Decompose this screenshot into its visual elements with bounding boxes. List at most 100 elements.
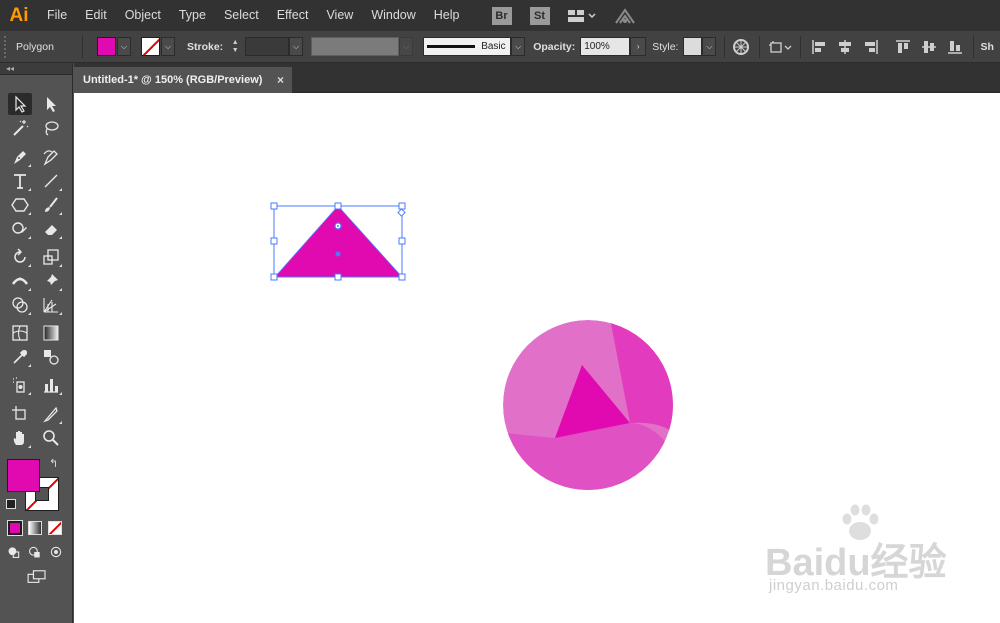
stroke-swatch[interactable] — [141, 37, 160, 56]
line-segment-tool[interactable] — [39, 170, 63, 192]
eraser-tool[interactable] — [39, 218, 63, 240]
color-mode-button[interactable] — [7, 520, 23, 536]
stroke-weight-input[interactable] — [245, 37, 290, 56]
hexagon-icon — [11, 198, 29, 212]
arrange-documents-button[interactable] — [567, 8, 597, 24]
align-horizontal-center-button[interactable] — [835, 37, 855, 57]
resize-handle-bottom-left[interactable] — [270, 273, 278, 281]
resize-handle-top-right[interactable] — [398, 202, 406, 210]
mesh-tool[interactable] — [8, 322, 32, 344]
close-icon[interactable]: × — [277, 73, 284, 87]
menu-select[interactable]: Select — [215, 0, 268, 31]
shape-builder-tool[interactable] — [8, 294, 32, 316]
graphic-style-dropdown[interactable]: ⌵ — [702, 37, 717, 56]
menu-effect[interactable]: Effect — [268, 0, 318, 31]
scale-icon — [43, 249, 59, 265]
triangle-shape[interactable] — [275, 206, 402, 277]
pen-tool[interactable] — [8, 146, 32, 168]
type-tool[interactable] — [8, 170, 32, 192]
tools-panel-collapse[interactable]: ◂◂ — [0, 63, 72, 75]
swap-fill-stroke-icon[interactable]: ↰ — [49, 457, 58, 470]
sphere-artwork[interactable] — [503, 313, 674, 493]
align-to-button[interactable] — [768, 37, 794, 57]
draw-behind-button[interactable] — [25, 543, 45, 561]
menu-object[interactable]: Object — [116, 0, 170, 31]
artboard-tool[interactable] — [8, 403, 32, 425]
blend-tool[interactable] — [39, 346, 63, 368]
fill-dropdown[interactable]: ⌵ — [117, 37, 131, 56]
tool-group-indicator — [28, 392, 31, 395]
selection-type-label: Polygon — [16, 40, 54, 53]
stroke-weight-stepper[interactable]: ▲ ▼ — [229, 37, 241, 56]
resize-handle-top-left[interactable] — [270, 202, 278, 210]
selection-tool[interactable] — [8, 93, 32, 115]
live-corner-widget-dot — [337, 225, 339, 227]
menu-view[interactable]: View — [317, 0, 362, 31]
resize-handle-left[interactable] — [270, 237, 278, 245]
menu-type[interactable]: Type — [170, 0, 215, 31]
draw-inside-button[interactable] — [46, 543, 66, 561]
align-top-button[interactable] — [893, 37, 913, 57]
none-mode-button[interactable] — [48, 521, 62, 535]
width-tool[interactable] — [8, 270, 32, 292]
resize-handle-right[interactable] — [398, 237, 406, 245]
align-bottom-button[interactable] — [945, 37, 965, 57]
eyedropper-tool[interactable] — [8, 346, 32, 368]
tab-document[interactable]: Untitled-1* @ 150% (RGB/Preview) × — [74, 67, 292, 93]
paintbrush-tool[interactable] — [39, 194, 63, 216]
menu-window[interactable]: Window — [362, 0, 424, 31]
fill-color-swatch[interactable] — [7, 459, 40, 492]
hand-tool[interactable] — [8, 427, 32, 449]
align-right-button[interactable] — [861, 37, 881, 57]
menu-edit[interactable]: Edit — [76, 0, 116, 31]
zoom-tool[interactable] — [39, 427, 63, 449]
align-left-button[interactable] — [809, 37, 829, 57]
stock-button[interactable]: St — [529, 6, 550, 25]
rotate-tool[interactable] — [8, 246, 32, 268]
symbol-sprayer-tool[interactable] — [8, 374, 32, 396]
direct-selection-tool[interactable] — [39, 93, 63, 115]
selected-triangle[interactable] — [270, 202, 406, 281]
variable-width-dropdown[interactable]: ⌵ — [399, 37, 414, 56]
column-graph-tool[interactable] — [39, 374, 63, 396]
slice-tool[interactable] — [39, 403, 63, 425]
gradient-tool[interactable] — [39, 322, 63, 344]
menu-help[interactable]: Help — [425, 0, 469, 31]
shape-options-label[interactable]: Sh — [980, 41, 993, 53]
perspective-grid-tool[interactable] — [39, 294, 63, 316]
change-screen-mode-button[interactable] — [24, 567, 50, 587]
resize-handle-bottom-right[interactable] — [398, 273, 406, 281]
curvature-tool[interactable] — [39, 146, 63, 168]
variable-width-profile[interactable] — [311, 37, 400, 56]
brush-definition[interactable]: Basic — [423, 37, 512, 56]
shaper-tool[interactable] — [8, 218, 32, 240]
align-vertical-center-button[interactable] — [919, 37, 939, 57]
opacity-arrow[interactable]: › — [630, 37, 647, 56]
brush-dropdown[interactable]: ⌵ — [511, 37, 526, 56]
recolor-artwork-button[interactable] — [731, 37, 751, 57]
gpu-performance-button[interactable] — [613, 6, 637, 26]
fill-swatch[interactable] — [97, 37, 116, 56]
menu-file[interactable]: File — [38, 0, 76, 31]
artboard-canvas[interactable]: Baidu经验 jingyan.baidu.com — [74, 93, 1000, 623]
align-to-selection-icon — [769, 40, 792, 53]
scale-tool[interactable] — [39, 246, 63, 268]
lasso-tool[interactable] — [39, 117, 63, 139]
draw-behind-icon — [29, 546, 40, 558]
draw-normal-button[interactable] — [4, 543, 24, 561]
default-fill-stroke-icon[interactable] — [6, 499, 16, 509]
bridge-button[interactable]: Br — [491, 6, 512, 25]
stroke-dropdown[interactable]: ⌵ — [161, 37, 175, 56]
resize-handle-top[interactable] — [334, 202, 342, 210]
puppet-warp-tool[interactable] — [39, 270, 63, 292]
polygon-tool[interactable] — [8, 194, 32, 216]
stroke-weight-dropdown[interactable]: ⌵ — [289, 37, 304, 56]
magic-wand-tool[interactable] — [8, 117, 32, 139]
sides-widget-handle[interactable] — [397, 208, 406, 217]
graphic-style-swatch[interactable] — [683, 37, 703, 56]
resize-handle-bottom[interactable] — [334, 273, 342, 281]
control-bar-grip[interactable] — [4, 35, 12, 58]
gradient-mode-button[interactable] — [28, 521, 42, 535]
paintbrush-icon — [45, 197, 58, 212]
opacity-input[interactable]: 100% — [580, 37, 631, 56]
